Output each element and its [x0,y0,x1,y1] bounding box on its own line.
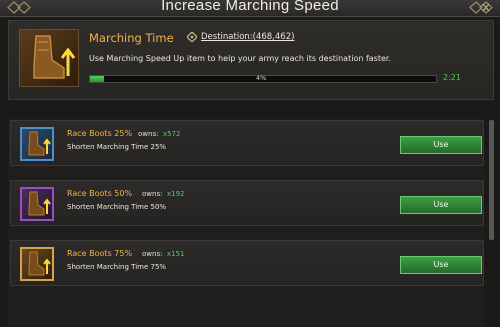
use-button[interactable]: Use [400,196,482,214]
race-boots-icon [20,127,54,161]
list-item: Race Boots 25% owns: x572 Shorten Marchi… [10,120,484,166]
item-name: Race Boots 50% [67,189,133,198]
use-button[interactable]: Use [400,136,482,154]
owns-label: owns: [142,250,163,258]
item-name: Race Boots 25% [67,129,133,138]
marching-info-panel: Marching Time Destination:(468,462) Use … [8,20,494,100]
owns-count: x192 [167,190,185,198]
marching-description: Use Marching Speed Up item to help your … [89,54,391,63]
owns-label: owns: [138,130,159,138]
march-progress-label: 4% [256,74,267,82]
use-button[interactable]: Use [400,256,482,274]
item-description: Shorten Marching Time 50% [67,203,167,211]
owns-count: x572 [163,130,181,138]
marching-time-title: Marching Time [89,31,174,45]
owns-label: owns: [142,190,163,198]
location-pin-icon [187,32,197,42]
boots-speed-icon [19,29,79,87]
scrollbar-thumb[interactable] [489,120,494,240]
item-name: Race Boots 75% [67,249,133,258]
item-description: Shorten Marching Time 75% [67,263,167,271]
race-boots-icon [20,187,54,221]
window-title: Increase Marching Speed [161,0,339,14]
list-item: Race Boots 75% owns: x151 Shorten Marchi… [10,240,484,286]
race-boots-icon [20,247,54,281]
speedup-item-list: Race Boots 25% owns: x572 Shorten Marchi… [8,118,484,327]
owns-count: x151 [167,250,185,258]
item-description: Shorten Marching Time 25% [67,143,167,151]
list-item: Race Boots 50% owns: x192 Shorten Marchi… [10,180,484,226]
title-bar: Increase Marching Speed [0,0,500,17]
march-progress-fill [90,76,104,82]
destination-link[interactable]: Destination:(468,462) [201,32,294,42]
list-scrollbar[interactable] [489,118,494,327]
close-icon[interactable] [468,1,494,14]
time-remaining: 2:21 [443,73,461,82]
